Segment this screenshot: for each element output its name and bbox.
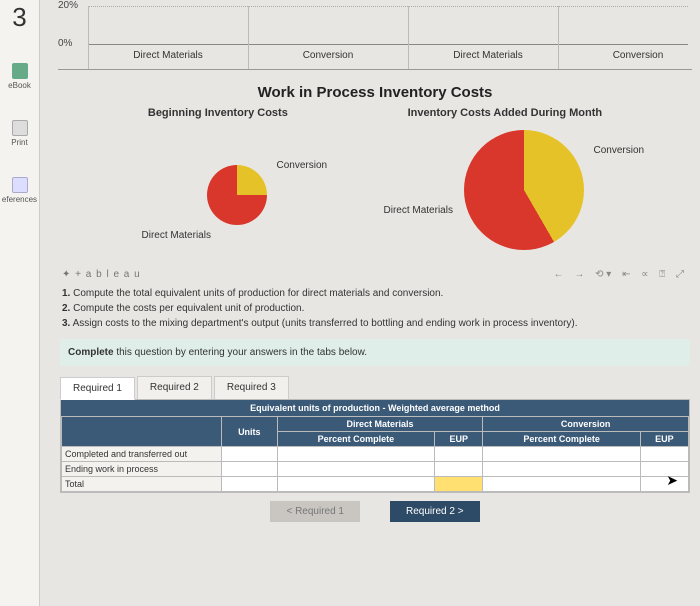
subhead-left: Beginning Inventory Costs (148, 107, 288, 119)
col-dm-eup: EUP (435, 432, 483, 447)
pie1-label-dm: Direct Materials (142, 230, 211, 241)
eup-table: Equivalent units of production - Weighte… (60, 399, 690, 493)
cell[interactable] (277, 477, 435, 492)
table-row: Ending work in process (62, 462, 689, 477)
cell[interactable] (640, 462, 688, 477)
ebook-icon (12, 63, 28, 79)
pie-added: Conversion Direct Materials (384, 125, 664, 255)
cell[interactable] (435, 447, 483, 462)
xlabel-2: Conversion (253, 50, 403, 61)
references-icon (12, 177, 28, 193)
col-dm-pc: Percent Complete (277, 432, 435, 447)
revert-icon[interactable]: ⇤ (622, 269, 630, 280)
pie-subheadings: Beginning Inventory Costs Inventory Cost… (58, 107, 692, 119)
row-ending[interactable]: Ending work in process (62, 462, 222, 477)
fullscreen-icon[interactable]: ⤢ (676, 269, 684, 280)
requirement-tabs: Required 1 Required 2 Required 3 (60, 376, 692, 399)
sidebar-ebook[interactable]: eBook (0, 63, 39, 90)
reset-icon[interactable]: ⟲ ▾ (595, 269, 611, 280)
instructions: 1. Compute the total equivalent units of… (62, 286, 688, 331)
tab-required-2[interactable]: Required 2 (137, 376, 212, 399)
ytick-0: 0% (58, 38, 72, 49)
cell[interactable] (483, 477, 641, 492)
row-completed[interactable]: Completed and transferred out (62, 447, 222, 462)
cell[interactable] (640, 447, 688, 462)
table-row: Total (62, 477, 689, 492)
cell[interactable] (483, 462, 641, 477)
subhead-right: Inventory Costs Added During Month (408, 107, 603, 119)
complete-banner: Complete this question by entering your … (60, 339, 690, 366)
cell-highlight[interactable] (435, 477, 483, 492)
cell[interactable] (222, 462, 278, 477)
col-units: Units (222, 417, 278, 447)
xlabel-1: Direct Materials (93, 50, 243, 61)
table-row: Completed and transferred out (62, 447, 689, 462)
cell[interactable] (435, 462, 483, 477)
xlabel-4: Conversion (563, 50, 700, 61)
colgroup-dm: Direct Materials (277, 417, 483, 432)
ytick-20: 20% (58, 0, 78, 11)
sidebar-print[interactable]: Print (0, 120, 39, 147)
cell[interactable] (222, 477, 278, 492)
pie-beginning: Conversion Direct Materials (87, 125, 367, 255)
cell[interactable] (640, 477, 688, 492)
cell[interactable] (483, 447, 641, 462)
table-title: Equivalent units of production - Weighte… (61, 400, 689, 416)
cell[interactable] (277, 462, 435, 477)
pie2-label-conversion: Conversion (594, 145, 645, 156)
prev-button[interactable]: < Required 1 (270, 501, 360, 522)
xlabel-3: Direct Materials (413, 50, 563, 61)
tableau-brand: ✦ + a b l e a u (62, 269, 141, 280)
pie-added-chart (464, 130, 584, 250)
col-conv-eup: EUP (640, 432, 688, 447)
col-conv-pc: Percent Complete (483, 432, 641, 447)
cell[interactable] (277, 447, 435, 462)
sidebar-references[interactable]: eferences (0, 177, 39, 204)
back-icon[interactable]: ← (554, 269, 564, 280)
pie1-label-conversion: Conversion (277, 160, 328, 171)
comment-icon[interactable]: ⍰ (659, 269, 665, 280)
section-title: Work in Process Inventory Costs (58, 84, 692, 101)
next-button[interactable]: Required 2 > (390, 501, 480, 522)
print-icon (12, 120, 28, 136)
sidebar: 3 eBook Print eferences (0, 0, 40, 606)
pie2-label-dm: Direct Materials (384, 205, 453, 216)
share-icon[interactable]: ∝ (641, 269, 648, 280)
tableau-toolbar: ← → ⟲ ▾ ⇤ ∝ ⍰ ⤢ (550, 269, 688, 280)
pie-beginning-chart (207, 165, 267, 225)
cell[interactable] (222, 447, 278, 462)
question-number: 3 (0, 2, 39, 33)
row-total: Total (62, 477, 222, 492)
tab-required-3[interactable]: Required 3 (214, 376, 289, 399)
colgroup-conv: Conversion (483, 417, 689, 432)
bar-chart-area: 20% 0% Direct Materials Conversion Direc… (58, 0, 692, 70)
tab-required-1[interactable]: Required 1 (60, 377, 135, 400)
forward-icon[interactable]: → (574, 269, 584, 280)
